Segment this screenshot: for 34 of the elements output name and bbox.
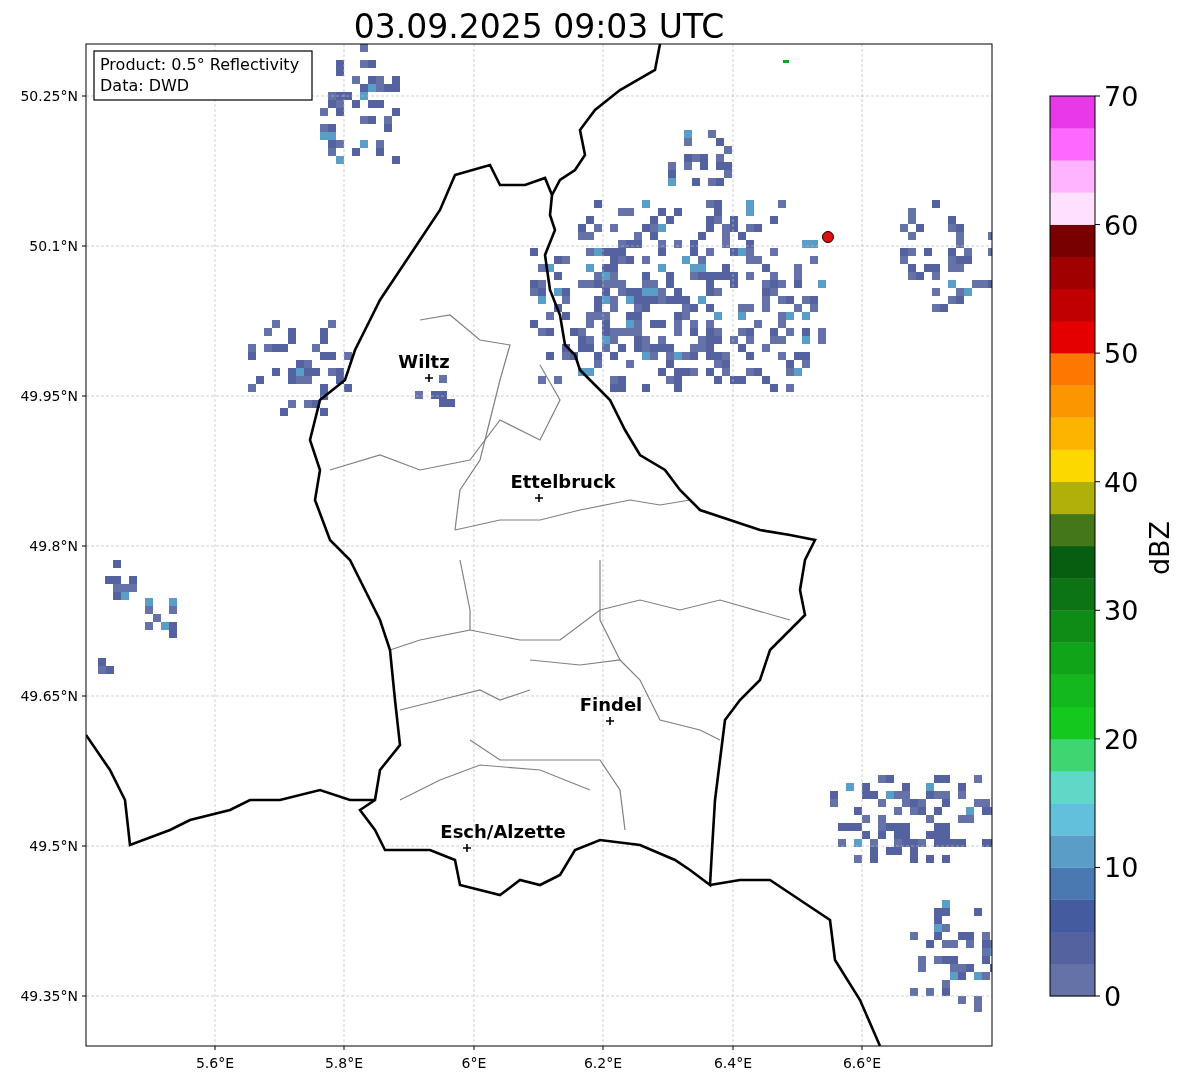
axis-tick-label: 50.25°N [20,88,78,104]
location-marker [822,231,834,243]
axis-tick-label: 49.95°N [20,388,78,404]
colorbar-tick-label: 60 [1104,209,1139,241]
city-marker [605,716,615,726]
axis-tick-label: 49.8°N [29,538,78,554]
axis-tick-label: 6.2°E [583,1055,623,1071]
city-label: Esch/Alzette [440,821,566,842]
colorbar-label: dBZ [1144,520,1175,576]
axis-tick-label: 6.4°E [713,1055,753,1071]
axis-tick-label: 6.6°E [842,1055,882,1071]
city-label: Ettelbruck [510,471,616,492]
axis-tick-label: 49.65°N [20,688,78,704]
city-marker [462,843,472,853]
city-marker [424,373,434,383]
city-label: Wiltz [398,351,450,372]
chart-title: 03.09.2025 09:03 UTC [353,7,725,46]
city-marker [534,493,544,503]
info-text: Data: DWD [100,76,190,95]
axis-tick-label: 49.5°N [29,838,78,854]
colorbar-tick-label: 20 [1104,723,1139,755]
axis-tick-label: 6°E [461,1055,487,1071]
colorbar-tick-label: 40 [1104,466,1139,498]
colorbar-tick-label: 50 [1104,338,1139,370]
axis-tick-label: 5.8°E [324,1055,364,1071]
axis-tick-label: 50.1°N [29,238,78,254]
info-text: Product: 0.5° Reflectivity [100,55,300,74]
colorbar-tick-label: 30 [1104,595,1139,627]
city-label: Findel [579,694,643,715]
axis-tick-label: 49.35°N [20,988,78,1004]
colorbar-tick-label: 10 [1104,852,1139,884]
colorbar-tick-label: 0 [1104,981,1122,1012]
colorbar-tick-label: 70 [1104,81,1139,112]
axis-tick-label: 5.6°E [195,1055,235,1071]
